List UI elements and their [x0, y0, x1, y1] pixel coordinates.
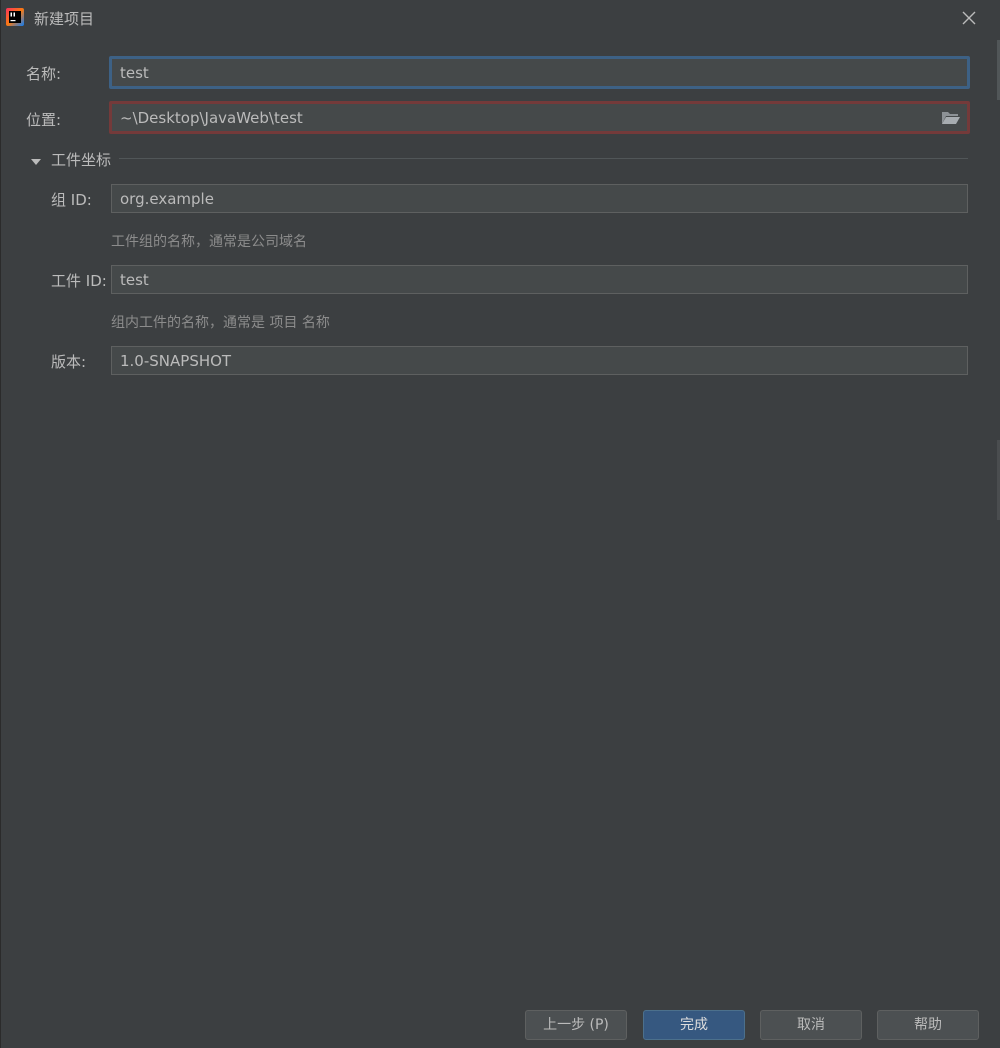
- title-bar: 新建项目: [1, 0, 1000, 36]
- folder-open-icon[interactable]: [941, 110, 961, 126]
- dialog-title: 新建项目: [34, 10, 95, 28]
- intellij-idea-icon: [6, 7, 24, 27]
- artifact-id-input[interactable]: [111, 265, 968, 294]
- location-label: 位置:: [26, 111, 62, 129]
- new-project-dialog: 新建项目 名称: 位置: 工件坐标 组 ID: 工件组的名称，通常是公司域名 工…: [0, 0, 1000, 1048]
- cancel-button[interactable]: 取消: [760, 1010, 862, 1040]
- close-icon[interactable]: [957, 6, 981, 30]
- group-id-input[interactable]: [111, 184, 968, 213]
- previous-button[interactable]: 上一步 (P): [525, 1010, 627, 1040]
- name-label: 名称:: [26, 65, 62, 83]
- section-divider: [119, 158, 968, 159]
- group-id-hint: 工件组的名称，通常是公司域名: [111, 234, 307, 250]
- chevron-down-icon[interactable]: [30, 153, 42, 165]
- artifact-id-hint: 组内工件的名称，通常是 项目 名称: [111, 315, 330, 331]
- location-input[interactable]: [111, 103, 968, 132]
- name-input[interactable]: [111, 58, 968, 87]
- finish-button[interactable]: 完成: [643, 1010, 745, 1040]
- group-id-label: 组 ID:: [51, 191, 92, 209]
- version-label: 版本:: [51, 353, 87, 371]
- artifact-coordinates-section-title[interactable]: 工件坐标: [51, 149, 111, 170]
- artifact-id-label: 工件 ID:: [51, 272, 107, 290]
- version-input[interactable]: [111, 346, 968, 375]
- help-button[interactable]: 帮助: [877, 1010, 979, 1040]
